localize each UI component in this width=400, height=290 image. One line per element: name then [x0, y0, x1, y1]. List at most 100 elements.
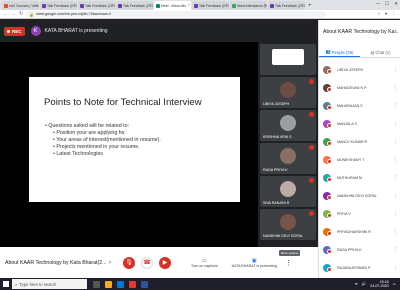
url-field[interactable]: 🔒 meet.google.com/mh-pen-zdj/kh-70baohua… [26, 11, 327, 17]
list-item[interactable]: MUTHURAM M ⋮ [319, 169, 400, 187]
profile-icon[interactable]: ● [385, 11, 388, 17]
avatar [323, 210, 332, 218]
chevron-up-icon[interactable]: ˄ [394, 29, 397, 35]
close-window-button[interactable]: ✕ [394, 1, 398, 7]
list-item[interactable]: LIBIYA JOSEPH ⋮ [319, 61, 400, 79]
file-explorer-icon[interactable] [105, 280, 112, 288]
taskbar-search[interactable]: ⌕ Type here to search [12, 279, 87, 289]
camera-off-button[interactable]: ▶ [159, 256, 171, 269]
close-icon[interactable]: × [264, 3, 266, 7]
present-button[interactable]: ▣ KATA BHARAT is presenting [232, 258, 277, 268]
list-item[interactable]: NANDHINI DEVI GOPAL ⋮ [319, 187, 400, 205]
list-item[interactable]: MANOJ KUMAR R ⋮ [319, 133, 400, 151]
participant-tile[interactable]: LIBIYA JOSEPH [260, 77, 316, 108]
meeting-details-button[interactable]: About KAAR Technology by Kata Bharat(2..… [5, 260, 123, 266]
new-tab-button[interactable]: + [308, 2, 312, 10]
browser-tab[interactable]: edX Courses | View all× [2, 1, 39, 10]
participant-avatar [280, 115, 296, 131]
presenting-text: KATA BHARAT is presenting [44, 28, 108, 34]
list-item[interactable]: MAHARAJAN S ⋮ [319, 97, 400, 115]
more-vert-icon[interactable]: ⋮ [393, 139, 398, 145]
slide-bullet-text: Questions asked will be related to: [48, 123, 130, 129]
notification-icon[interactable]: ▭ [393, 282, 396, 286]
more-vert-icon[interactable]: ⋮ [393, 247, 398, 253]
tab-people[interactable]: 👥 People (36) [319, 48, 360, 57]
more-options-tooltip: More options [278, 249, 301, 256]
browser-tab[interactable]: Talk Feedback (20-07-× [116, 1, 153, 10]
more-options-button[interactable]: More options ⋮ [278, 249, 301, 267]
person-name: MUTHURAM M [337, 176, 362, 180]
mic-off-icon [309, 145, 314, 150]
list-item[interactable]: MANJULA S ⋮ [319, 115, 400, 133]
more-vert-icon[interactable]: ⋮ [393, 229, 398, 235]
browser-tab[interactable]: Talk Feedback (20-07-× [78, 1, 115, 10]
captions-button[interactable]: ▭ Turn on captions [191, 258, 218, 268]
participant-name: SIVA RANJINI R [263, 201, 290, 205]
close-icon[interactable]: × [188, 3, 190, 7]
avatar [323, 228, 332, 236]
more-vert-icon[interactable]: ⋮ [393, 211, 398, 217]
maximize-button[interactable]: ☐ [385, 1, 389, 7]
slide-subitem-text: Your areas of interest(mentioned in resu… [56, 137, 161, 143]
word-icon[interactable] [141, 280, 148, 288]
browser-tab[interactable]: Want Attendance (20-07-× [230, 1, 267, 10]
browser-tab[interactable]: Talk Feedback (20-07-× [192, 1, 229, 10]
menu-icon[interactable]: ⋮ [392, 11, 397, 17]
participant-tile[interactable]: NANDHINI DEVI GOPAL [260, 209, 316, 240]
chrome-icon[interactable] [129, 280, 136, 288]
minimize-button[interactable]: — [376, 1, 381, 7]
mic-off-icon [327, 177, 332, 182]
avatar [323, 246, 332, 254]
close-icon[interactable]: × [302, 3, 304, 7]
close-icon[interactable]: × [150, 3, 152, 7]
task-view-icon[interactable] [93, 280, 100, 288]
slide-title: Points to Note for Technical Interview [44, 97, 202, 108]
more-vert-icon[interactable]: ⋮ [393, 175, 398, 181]
browser-tab[interactable]: Talk Feedback (20-07-× [268, 1, 305, 10]
more-vert-icon[interactable]: ⋮ [393, 103, 398, 109]
star-icon[interactable]: ☆ [377, 11, 381, 17]
more-vert-icon[interactable]: ⋮ [393, 265, 398, 271]
list-item[interactable]: PRIYADHARSHINI R ⋮ [319, 223, 400, 241]
mic-off-button[interactable]: 🎙 [123, 256, 135, 269]
slide: Points to Note for Technical Interview •… [29, 77, 240, 202]
back-icon[interactable]: ← [3, 11, 8, 17]
more-vert-icon[interactable]: ⋮ [393, 193, 398, 199]
mic-off-icon [309, 79, 314, 84]
forward-icon[interactable]: → [11, 11, 16, 17]
more-vert-icon[interactable]: ⋮ [393, 67, 398, 73]
close-icon[interactable]: × [112, 3, 114, 7]
leave-call-button[interactable]: ☎ [141, 256, 153, 269]
list-item[interactable]: PRIYA V ⋮ [319, 205, 400, 223]
reload-icon[interactable]: ↻ [19, 11, 23, 17]
start-button[interactable] [0, 278, 12, 290]
tab-chat[interactable]: ▤ Chat (1) [360, 48, 400, 57]
more-vert-icon[interactable]: ⋮ [393, 157, 398, 163]
participant-tile[interactable]: RAGA PRIYA K [260, 143, 316, 174]
avatar [323, 138, 332, 146]
wifi-icon[interactable]: ≋ [355, 282, 358, 286]
list-item[interactable]: RAGA PRIYA K ⋮ [319, 241, 400, 259]
list-item[interactable]: MAHADEVAN N P ⋮ [319, 79, 400, 97]
participant-tile[interactable]: KRISHNA VENI S [260, 110, 316, 141]
participant-name: LIBIYA JOSEPH [263, 102, 290, 106]
close-icon[interactable]: × [226, 3, 228, 7]
tab-favicon [118, 3, 122, 8]
close-icon[interactable]: × [36, 3, 38, 7]
list-item[interactable]: RAJARAJESWARI P ⋮ [319, 259, 400, 277]
more-vert-icon[interactable]: ⋮ [393, 85, 398, 91]
clock[interactable]: 15:18 24-07-2020 [370, 280, 388, 288]
edge-icon[interactable] [117, 280, 124, 288]
more-vert-icon[interactable]: ⋮ [393, 121, 398, 127]
participant-tile[interactable] [260, 44, 316, 75]
person-name: LIBIYA JOSEPH [337, 68, 364, 72]
avatar [323, 264, 332, 272]
volume-icon[interactable]: 🔊 [362, 282, 366, 286]
browser-tab[interactable]: Talk Feedback (20-07-× [40, 1, 77, 10]
participant-tile[interactable]: SIVA RANJINI R [260, 176, 316, 207]
close-icon[interactable]: × [74, 3, 76, 7]
browser-tab-active[interactable]: Meet - Abcm-tfkr × [154, 1, 191, 10]
participant-tiles: LIBIYA JOSEPH KRISHNA VENI S RAGA PRIYA … [258, 42, 318, 247]
list-item[interactable]: MUNIKSHAMY T ⋮ [319, 151, 400, 169]
meeting-title: About KAAR Technology by Kata Bharat(2..… [5, 259, 107, 266]
